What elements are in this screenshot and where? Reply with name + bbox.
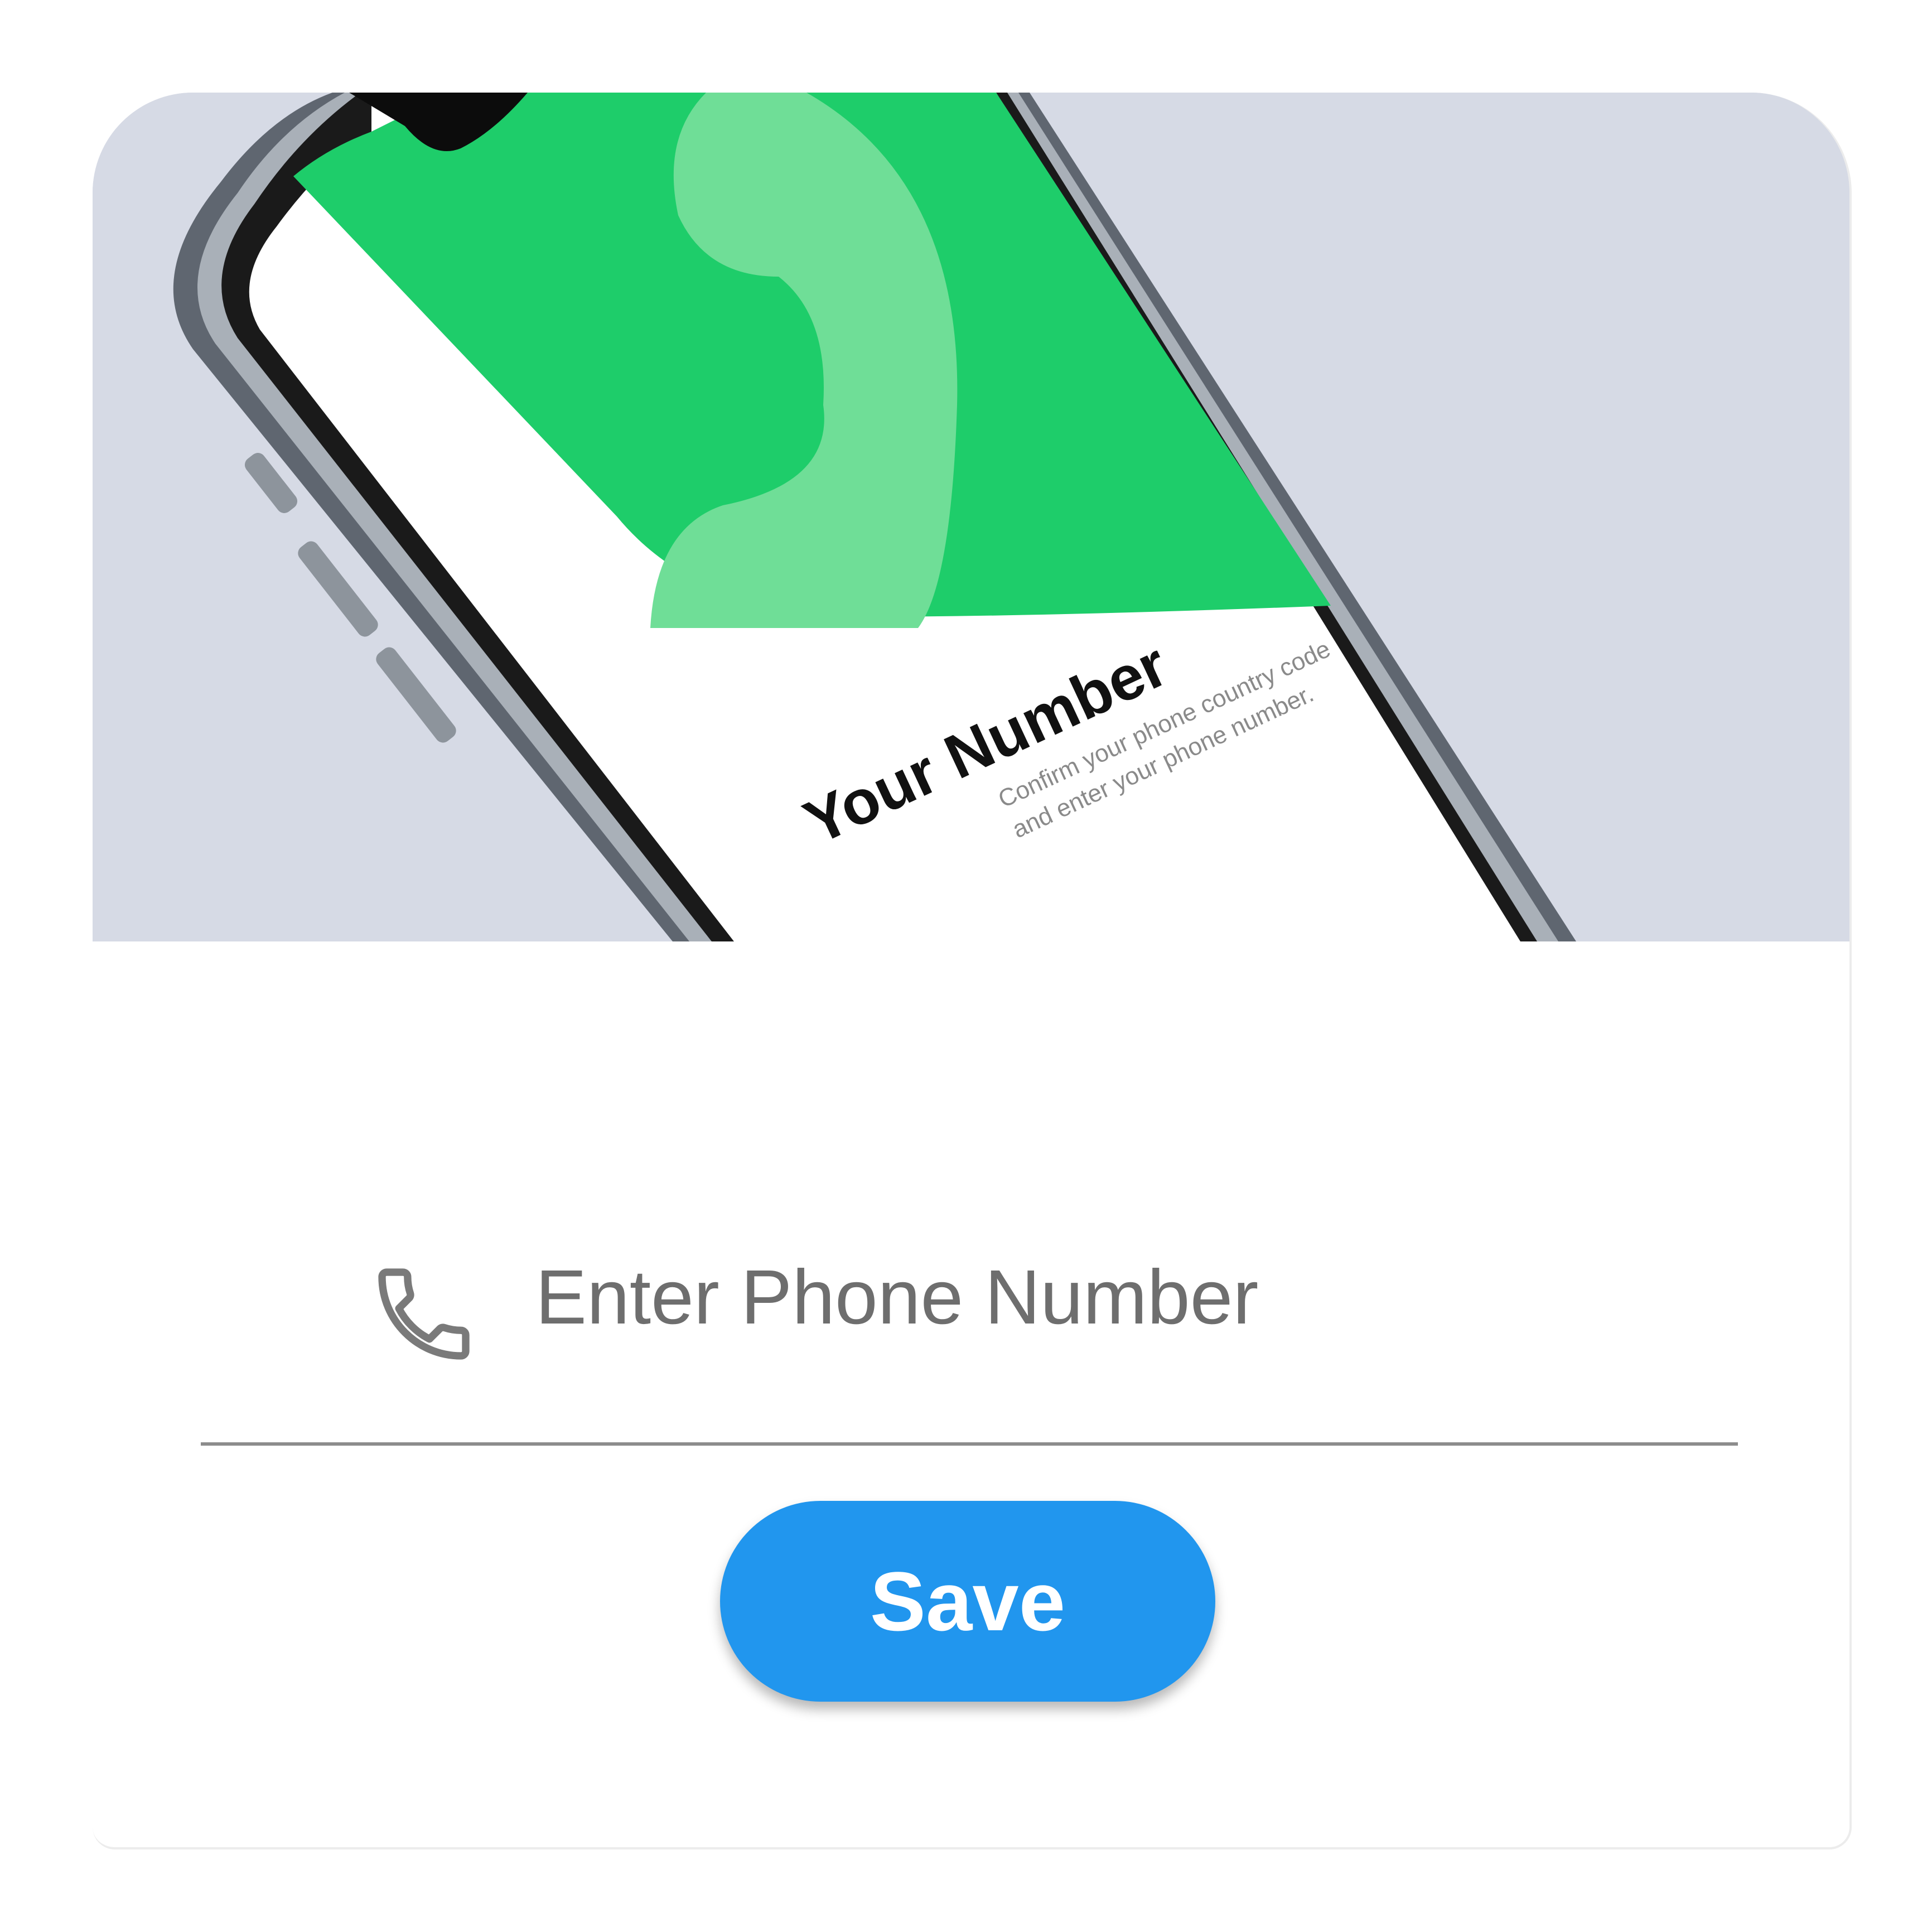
hero-illustration: Your Number Confirm your phone country c… xyxy=(93,93,1849,941)
phone-number-field xyxy=(201,1124,1735,1448)
phone-icon xyxy=(378,1268,470,1360)
input-underline xyxy=(201,1442,1738,1446)
phone-number-input[interactable] xyxy=(535,1244,1707,1350)
phone-number-card: Your Number Confirm your phone country c… xyxy=(93,93,1852,1849)
save-button[interactable]: Save xyxy=(720,1501,1215,1702)
